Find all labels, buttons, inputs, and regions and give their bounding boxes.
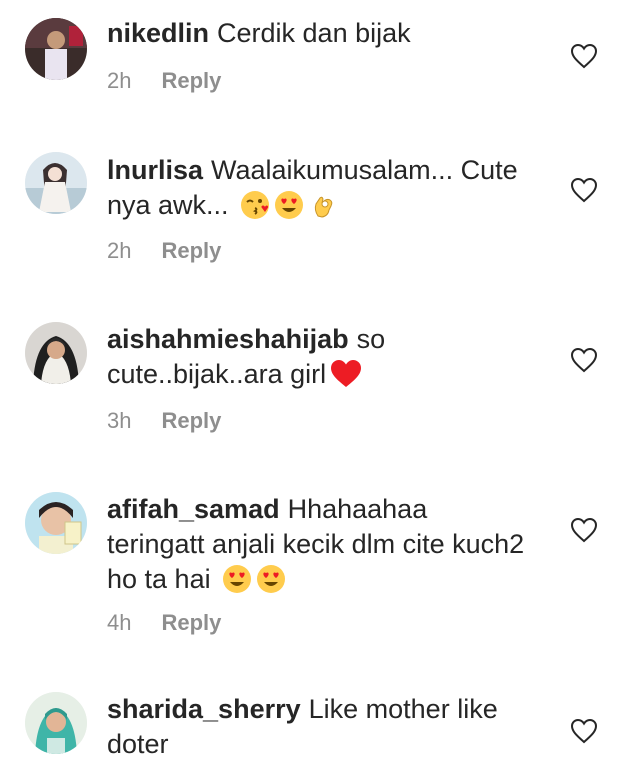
comment-username[interactable]: lnurlisa <box>107 155 203 185</box>
avatar[interactable] <box>25 152 87 214</box>
comment-text: aishahmieshahijab so cute..bijak..ara gir… <box>107 322 527 392</box>
heart-eyes-emoji <box>274 190 304 220</box>
like-heart-icon[interactable] <box>570 517 598 543</box>
comment-meta: 2h Reply <box>107 68 221 94</box>
comment-text: sharida_sherry Like mother like doter <box>107 692 527 762</box>
comment-timestamp: 3h <box>107 408 132 433</box>
comment-meta: 4h Reply <box>107 610 221 636</box>
comment-timestamp: 2h <box>107 238 132 263</box>
comment-meta: 2h Reply <box>107 238 221 264</box>
comment-timestamp: 2h <box>107 68 132 93</box>
like-heart-icon[interactable] <box>570 718 598 744</box>
avatar[interactable] <box>25 18 87 80</box>
heart-eyes-emoji <box>256 564 286 594</box>
comment-text: lnurlisa Waalaikumusalam... Cute nya awk.… <box>107 153 527 223</box>
like-heart-icon[interactable] <box>570 43 598 69</box>
comment-username[interactable]: sharida_sherry <box>107 694 301 724</box>
comment-username[interactable]: aishahmieshahijab <box>107 324 349 354</box>
avatar[interactable] <box>25 322 87 384</box>
red-heart-emoji <box>330 359 362 389</box>
reply-button[interactable]: Reply <box>161 408 221 434</box>
comment-body: Cerdik dan bijak <box>217 18 411 48</box>
comment-text: nikedlin Cerdik dan bijak <box>107 16 527 51</box>
kissing-heart-emoji <box>240 190 270 220</box>
comment-text: afifah_samad Hhahaahaa teringatt anjali k… <box>107 492 527 597</box>
like-heart-icon[interactable] <box>570 347 598 373</box>
avatar[interactable] <box>25 692 87 754</box>
reply-button[interactable]: Reply <box>161 68 221 94</box>
ok-hand-emoji <box>308 190 338 220</box>
comment-username[interactable]: afifah_samad <box>107 494 280 524</box>
reply-button[interactable]: Reply <box>161 610 221 636</box>
like-heart-icon[interactable] <box>570 177 598 203</box>
avatar[interactable] <box>25 492 87 554</box>
comment-meta: 3h Reply <box>107 408 221 434</box>
reply-button[interactable]: Reply <box>161 238 221 264</box>
comment-timestamp: 4h <box>107 610 132 635</box>
comment-username[interactable]: nikedlin <box>107 18 209 48</box>
heart-eyes-emoji <box>222 564 252 594</box>
